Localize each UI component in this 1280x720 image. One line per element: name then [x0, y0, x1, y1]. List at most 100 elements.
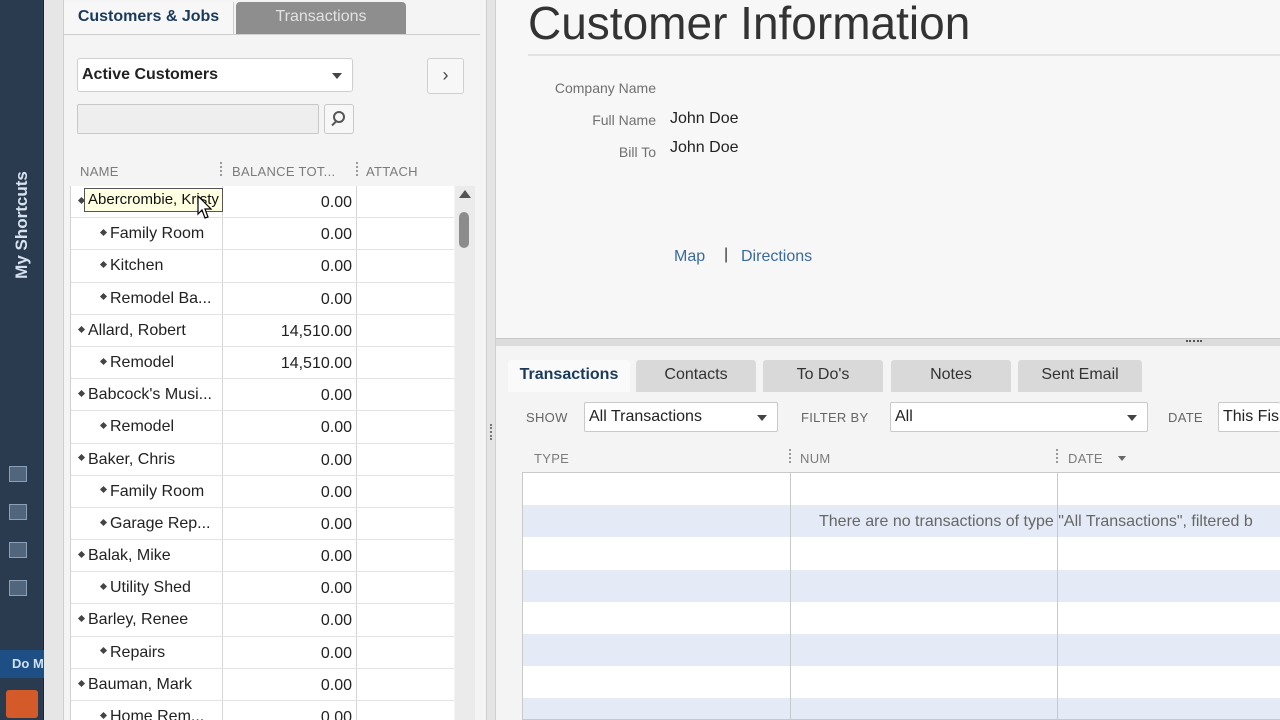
filter-by-select[interactable]: All: [890, 402, 1148, 432]
column-resize-grip[interactable]: [356, 162, 359, 176]
col-type[interactable]: TYPE: [534, 451, 569, 466]
attach-cell: [357, 476, 454, 507]
do-more-button[interactable]: Do M: [0, 650, 44, 678]
customer-name-cell: Balak, Mike: [71, 540, 223, 572]
balance-cell: 0.00: [223, 475, 357, 507]
vertical-splitter[interactable]: [486, 0, 496, 720]
list-item[interactable]: Garage Rep... 0.00: [71, 507, 454, 541]
tree-bullet-icon: [77, 389, 86, 397]
search-input[interactable]: [77, 104, 319, 134]
directions-link[interactable]: Directions: [741, 248, 812, 266]
table-row: [523, 633, 1280, 667]
shortcuts-title-wrap[interactable]: My Shortcuts: [4, 150, 40, 300]
list-item[interactable]: Family Room 0.00: [71, 218, 454, 251]
list-item[interactable]: Barley, Renee 0.00: [71, 604, 454, 637]
customer-name-cell: Kitchen: [71, 250, 223, 282]
app-icon[interactable]: [6, 690, 38, 718]
filter-by-select-value: All: [895, 408, 913, 425]
col-name[interactable]: NAME: [80, 164, 119, 179]
tree-bullet-icon: [99, 486, 108, 494]
tab-todos[interactable]: To Do's: [763, 360, 883, 392]
balance-cell: 14,510.00: [223, 346, 357, 379]
shortcuts-title[interactable]: My Shortcuts: [12, 171, 32, 279]
show-select[interactable]: All Transactions: [584, 402, 778, 432]
attach-cell: [357, 540, 454, 571]
column-resize-grip[interactable]: [789, 449, 792, 463]
attach-cell: [357, 186, 454, 217]
scroll-thumb[interactable]: [459, 212, 469, 248]
shortcuts-bar: My Shortcuts Do M: [0, 0, 44, 720]
customer-name-cell: Family Room: [71, 475, 223, 507]
list-item[interactable]: Home Rem... 0.00: [71, 701, 454, 720]
list-item[interactable]: Babcock's Musi... 0.00: [71, 379, 454, 412]
customer-name: Barley, Renee: [88, 611, 189, 629]
customer-name-cell: Baker, Chris: [71, 443, 223, 475]
tab-sent-email[interactable]: Sent Email: [1018, 360, 1142, 392]
view-select[interactable]: Active Customers: [77, 58, 353, 92]
bill-to-label: Bill To: [618, 144, 656, 160]
tree-bullet-icon: [77, 325, 86, 333]
attach-cell: [357, 669, 454, 700]
tab-transactions[interactable]: Transactions: [236, 2, 406, 34]
window-icon[interactable]: [9, 580, 27, 596]
tab-contacts[interactable]: Contacts: [636, 360, 756, 392]
list-item[interactable]: Kitchen 0.00: [71, 250, 454, 283]
customer-name: Family Room: [110, 225, 205, 243]
customer-name: Garage Rep...: [110, 514, 211, 532]
attach-cell: [357, 315, 454, 346]
horizontal-splitter[interactable]: [496, 338, 1280, 346]
tree-bullet-icon: [77, 615, 86, 623]
list-item[interactable]: Repairs 0.00: [71, 636, 454, 669]
attach-cell: [357, 444, 454, 475]
tab-customers-jobs[interactable]: Customers & Jobs: [64, 2, 234, 34]
list-item[interactable]: Family Room 0.00: [71, 475, 454, 508]
attach-cell: [357, 411, 454, 442]
balance-cell: 0.00: [223, 443, 357, 475]
open-window-icon[interactable]: [9, 466, 27, 482]
col-date[interactable]: DATE: [1068, 451, 1103, 466]
list-item[interactable]: Remodel Ba... 0.00: [71, 282, 454, 315]
tab-transactions-detail[interactable]: Transactions: [508, 360, 630, 392]
list-scrollbar[interactable]: [455, 186, 475, 720]
report-icon[interactable]: [9, 542, 27, 558]
column-resize-grip[interactable]: [1056, 449, 1059, 463]
list-item[interactable]: Remodel 0.00: [71, 411, 454, 444]
list-item[interactable]: Balak, Mike 0.00: [71, 540, 454, 573]
list-item[interactable]: Remodel 14,510.00: [71, 346, 454, 380]
tree-bullet-icon: [77, 679, 86, 687]
list-icon[interactable]: [9, 504, 27, 520]
table-row: [523, 698, 1280, 719]
list-header: NAME BALANCE TOT... ATTACH: [72, 158, 464, 184]
col-attach[interactable]: ATTACH: [366, 164, 418, 179]
balance-cell: 0.00: [223, 604, 357, 636]
col-num[interactable]: NUM: [800, 451, 831, 466]
balance-cell: 0.00: [223, 250, 357, 282]
expand-button[interactable]: ›: [427, 58, 464, 94]
attach-cell: [357, 283, 454, 314]
list-item[interactable]: Bauman, Mark 0.00: [71, 668, 454, 701]
attach-cell: [357, 572, 454, 603]
sort-desc-icon[interactable]: [1118, 456, 1126, 461]
customer-name: Babcock's Musi...: [88, 386, 212, 404]
search-button[interactable]: [324, 104, 354, 134]
list-item[interactable]: Allard, Robert 14,510.00: [71, 314, 454, 347]
date-select[interactable]: This Fis: [1218, 402, 1280, 432]
company-name-label: Company Name: [554, 80, 656, 96]
balance-cell: 0.00: [223, 701, 357, 720]
tab-divider: [64, 34, 480, 35]
scroll-up-icon[interactable]: [459, 190, 471, 198]
map-link[interactable]: Map: [674, 248, 705, 266]
list-item[interactable]: Baker, Chris 0.00: [71, 443, 454, 476]
col-balance[interactable]: BALANCE TOT...: [232, 164, 335, 179]
tab-notes[interactable]: Notes: [891, 360, 1011, 392]
list-item[interactable]: Utility Shed 0.00: [71, 572, 454, 605]
customer-name-cell: Bauman, Mark: [71, 668, 223, 700]
customer-name-cell: Allard, Robert: [71, 314, 223, 346]
customer-name-cell: Remodel: [71, 411, 223, 443]
filter-by-label: FILTER BY: [801, 410, 869, 425]
customer-name: Family Room: [110, 482, 205, 500]
tree-bullet-icon: [99, 422, 108, 430]
column-divider: [790, 473, 791, 719]
customer-name-cell: Repairs: [71, 636, 223, 668]
column-resize-grip[interactable]: [220, 162, 223, 176]
